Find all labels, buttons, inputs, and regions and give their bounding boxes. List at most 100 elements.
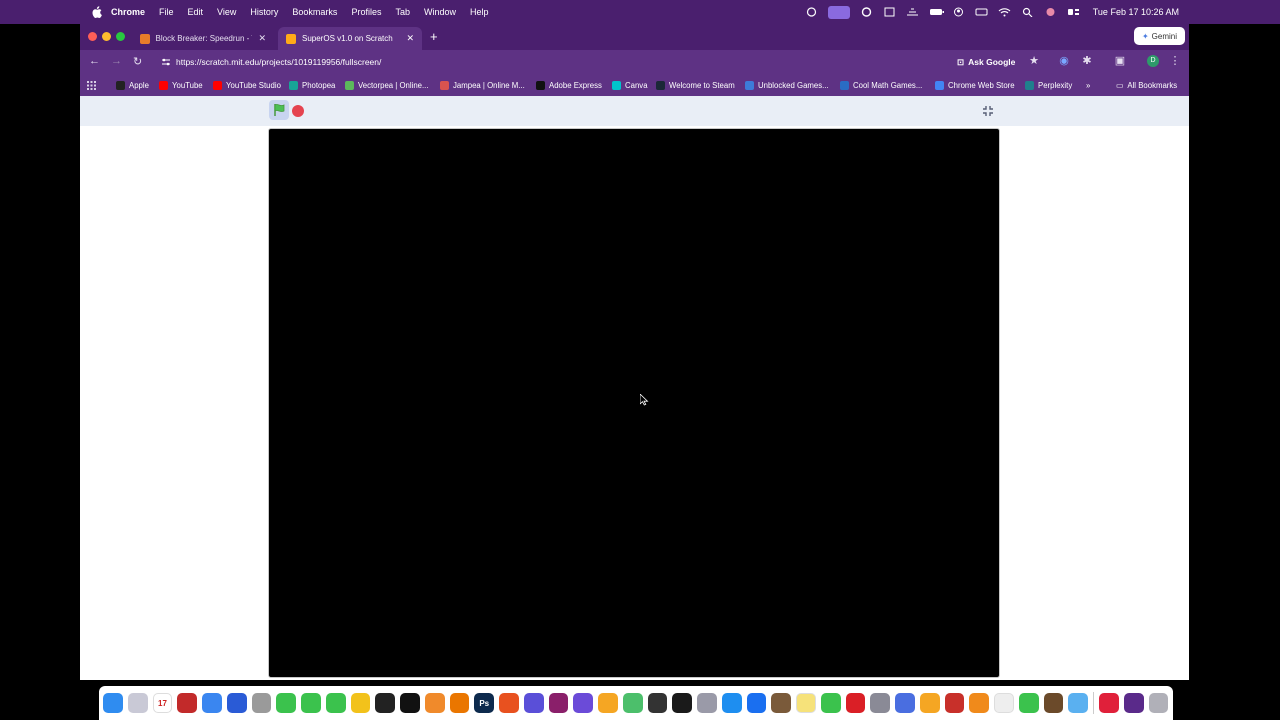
close-tab-icon[interactable]: ✕ [400, 33, 414, 44]
menu-item-view[interactable]: View [217, 7, 236, 17]
dock-screen-recording-icon[interactable] [1123, 693, 1144, 713]
side-panel-icon[interactable]: ▣ [1114, 55, 1126, 67]
dock-xcode-icon[interactable] [226, 693, 247, 713]
extension-icon[interactable]: ◉ [1058, 55, 1070, 67]
dock-affinity-icon[interactable] [548, 693, 569, 713]
dock-imovie-icon[interactable] [523, 693, 544, 713]
dock-chatgpt-icon[interactable] [375, 693, 396, 713]
dock-activity-monitor-icon[interactable] [647, 693, 668, 713]
zoom-window-button[interactable] [116, 32, 125, 41]
dock-photos-icon[interactable] [424, 693, 445, 713]
bookmark-chrome-web-store[interactable]: Chrome Web Store [935, 79, 1015, 91]
menu-item-bookmarks[interactable]: Bookmarks [292, 7, 337, 17]
user-icon[interactable] [952, 7, 965, 17]
dock-finder-icon[interactable] [103, 693, 123, 713]
address-bar[interactable]: https://scratch.mit.edu/projects/1019119… [156, 52, 1086, 72]
menu-clock[interactable]: Tue Feb 17 10:26 AM [1093, 0, 1179, 24]
reload-icon[interactable]: ↻ [133, 55, 142, 68]
back-arrow-icon[interactable]: ← [89, 55, 100, 67]
sync-icon[interactable] [860, 7, 873, 17]
dock-keynote-icon[interactable] [573, 693, 594, 713]
bookmark-cool-math-games[interactable]: Cool Math Games... [840, 79, 922, 91]
ask-google-button[interactable]: ⊡ Ask Google [957, 54, 1015, 70]
bookmark-vectorpea-online[interactable]: Vectorpea | Online... [345, 79, 429, 91]
exit-fullscreen-icon[interactable] [981, 104, 995, 118]
menu-item-help[interactable]: Help [470, 7, 489, 17]
bookmark-jampea-online-m[interactable]: Jampea | Online M... [440, 79, 525, 91]
forward-arrow-icon[interactable]: → [111, 55, 122, 67]
dock-photoshop-icon[interactable]: Ps [474, 693, 495, 713]
keyboard-icon[interactable] [975, 7, 988, 17]
search-icon[interactable] [1021, 7, 1034, 18]
apps-grid-icon[interactable] [87, 79, 96, 91]
close-window-button[interactable] [88, 32, 97, 41]
dock-launchpad-icon[interactable] [127, 693, 148, 713]
bookmark-perplexity[interactable]: Perplexity [1025, 79, 1072, 91]
menu-item-window[interactable]: Window [424, 7, 456, 17]
dock-books-icon[interactable] [969, 693, 990, 713]
dock-system-settings-icon[interactable] [870, 693, 891, 713]
dock-messages-icon[interactable] [301, 693, 321, 713]
dock-youtube-icon[interactable] [1099, 693, 1119, 713]
dock-textedit-icon[interactable] [994, 693, 1014, 713]
dock-pencil-icon[interactable] [919, 693, 940, 713]
scratch-stage[interactable] [268, 128, 1000, 678]
dock-phone-icon[interactable] [325, 693, 346, 713]
bookmarks-overflow-icon[interactable]: » [1086, 79, 1090, 91]
menu-item-profiles[interactable]: Profiles [351, 7, 381, 17]
tab-block-breaker[interactable]: Block Breaker: Speedrun - Tu ✕ [132, 27, 274, 50]
bookmark-star-icon[interactable]: ★ [1028, 55, 1040, 67]
dock-quicktime-icon[interactable] [746, 693, 767, 713]
dock-notes-icon[interactable] [177, 693, 198, 713]
dock-pages-icon[interactable] [598, 693, 618, 713]
menu-item-file[interactable]: File [159, 7, 174, 17]
dock-blender-icon[interactable] [449, 693, 470, 713]
cloud-sync-icon[interactable] [805, 7, 818, 17]
bookmark-photopea[interactable]: Photopea [289, 79, 335, 91]
dock-creative-cloud-icon[interactable] [845, 693, 866, 713]
bookmark-youtube[interactable]: YouTube [159, 79, 203, 91]
dock-preview-icon[interactable] [895, 693, 915, 713]
green-flag-icon[interactable] [269, 100, 289, 120]
battery-icon[interactable] [929, 7, 944, 17]
menu-item-edit[interactable]: Edit [188, 7, 204, 17]
wifi-icon[interactable] [998, 7, 1011, 17]
dock-calendar-icon[interactable]: 17 [152, 693, 173, 713]
bookmark-adobe-express[interactable]: Adobe Express [536, 79, 602, 91]
dock-chess-icon[interactable] [771, 693, 792, 713]
close-tab-icon[interactable]: ✕ [252, 33, 266, 44]
site-info-icon[interactable] [161, 57, 171, 67]
profile-avatar[interactable]: D [1147, 55, 1159, 67]
dock-facetime-icon[interactable] [276, 693, 297, 713]
equalizer-icon[interactable] [906, 7, 919, 17]
control-center-icon[interactable] [1067, 7, 1080, 17]
bookmark-youtube-studio[interactable]: YouTube Studio [213, 79, 281, 91]
more-menu-icon[interactable]: ⋮ [1169, 55, 1181, 67]
gemini-button[interactable]: ✦ Gemini [1133, 27, 1185, 45]
minimize-window-button[interactable] [102, 32, 111, 41]
apple-menu-icon[interactable] [89, 4, 105, 20]
dock-minecraft-icon[interactable] [1043, 693, 1064, 713]
menu-item-tab[interactable]: Tab [395, 7, 410, 17]
dock-chrome-icon[interactable] [350, 693, 371, 713]
dock-trash-icon[interactable] [1148, 693, 1169, 713]
dock-files-icon[interactable] [1068, 693, 1089, 713]
bookmark-welcome-to-steam[interactable]: Welcome to Steam [656, 79, 735, 91]
dock-stickies-icon[interactable] [796, 693, 816, 713]
bookmark-apple[interactable]: Apple [116, 79, 149, 91]
screen-mirroring-icon[interactable] [828, 5, 850, 19]
bookmark-canva[interactable]: Canva [612, 79, 648, 91]
dock-office-icon[interactable] [499, 693, 519, 713]
dock-spotify-icon[interactable] [1018, 693, 1039, 713]
dock-contacts-icon[interactable] [251, 693, 272, 713]
menu-item-chrome[interactable]: Chrome [111, 7, 145, 17]
puzzle-extensions-icon[interactable]: ✱ [1081, 55, 1093, 67]
all-bookmarks-folder[interactable]: ▭ All Bookmarks [1116, 79, 1177, 91]
tab-superos[interactable]: SuperOS v1.0 on Scratch ✕ [278, 27, 422, 50]
dock-capcut-icon[interactable] [400, 693, 420, 713]
new-tab-button[interactable]: + [430, 29, 438, 44]
stop-icon[interactable] [292, 105, 304, 117]
dock-audio-icon[interactable] [672, 693, 693, 713]
dock-app-store-icon[interactable] [721, 693, 742, 713]
menu-item-history[interactable]: History [250, 7, 278, 17]
